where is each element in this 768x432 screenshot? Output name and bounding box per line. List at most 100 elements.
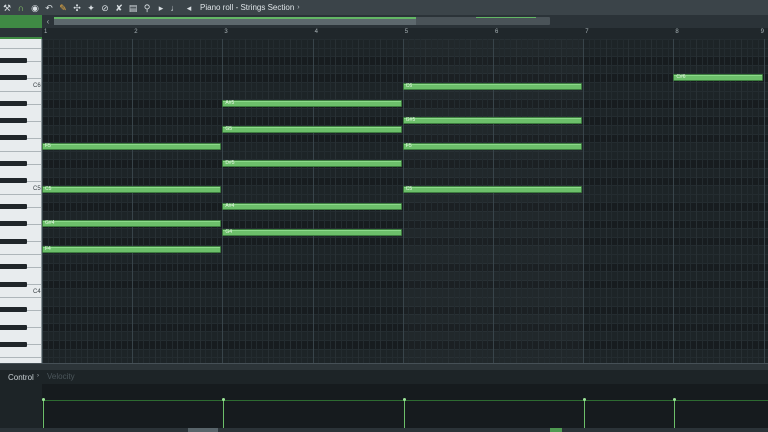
note[interactable]: F4 (42, 246, 222, 254)
step-line (239, 39, 241, 363)
velocity-handle[interactable] (402, 398, 406, 401)
horizontal-scrollbar[interactable] (54, 17, 550, 25)
black-key[interactable] (0, 58, 27, 63)
eraser-icon[interactable]: ✦ (85, 2, 97, 14)
black-key[interactable] (0, 75, 27, 81)
step-line (205, 39, 207, 363)
step-line (645, 39, 647, 363)
note-grid[interactable]: F5C5G#4F4A#5G5D#5A#4G4C6G#5F5C5G#6C#6 (42, 39, 768, 363)
note-label: C5 (45, 186, 52, 192)
title-arrow-icon[interactable]: › (297, 4, 299, 11)
zoom-icon[interactable]: ⚲ (141, 2, 153, 14)
step-line (385, 39, 387, 363)
black-key[interactable] (0, 238, 27, 244)
step-line (267, 39, 269, 363)
white-key-divider (0, 150, 41, 152)
bottom-scrollbar[interactable] (0, 428, 768, 432)
step-line (363, 39, 365, 363)
velocity-handle[interactable] (42, 398, 45, 401)
note[interactable]: C6 (402, 82, 583, 90)
step-line (98, 39, 100, 363)
note[interactable]: G#5 (402, 117, 583, 125)
step-line (120, 39, 122, 363)
velocity-stem[interactable] (584, 399, 586, 428)
black-key[interactable] (0, 307, 27, 313)
white-key-divider (0, 193, 41, 195)
step-line (58, 39, 60, 363)
speaker-icon[interactable]: ♩ (169, 2, 181, 14)
control-arrow-icon[interactable]: › (37, 373, 39, 379)
black-key[interactable] (0, 135, 27, 141)
black-key[interactable] (0, 161, 27, 167)
bar-line (42, 39, 43, 363)
magnet-icon[interactable]: ∩ (15, 2, 27, 14)
undo-icon[interactable]: ↶ (43, 2, 55, 14)
menu-arrows-icon[interactable]: ◂ (183, 2, 195, 14)
step-line (323, 39, 325, 363)
control-splitter[interactable] (0, 363, 768, 370)
playback-icon[interactable]: ▸ (155, 2, 167, 14)
note[interactable]: G#4 (42, 220, 222, 228)
step-line (115, 39, 117, 363)
note[interactable]: F5 (402, 143, 583, 150)
scrollbar-thumb[interactable] (54, 17, 416, 25)
mute-icon[interactable]: ⊘ (99, 2, 111, 14)
velocity-stem[interactable] (223, 399, 225, 428)
pencil-icon[interactable]: ✎ (57, 2, 69, 14)
black-key[interactable] (0, 101, 27, 106)
window-title: Piano roll - Strings Section (200, 3, 295, 12)
note[interactable]: A#5 (222, 100, 402, 107)
slice-icon[interactable]: ✘ (113, 2, 125, 14)
step-line (47, 39, 49, 363)
note[interactable]: C#6 (673, 74, 763, 82)
note[interactable]: G5 (222, 125, 402, 133)
note-label: G#4 (45, 220, 55, 227)
note[interactable]: C5 (402, 186, 583, 193)
octave-label: C5 (33, 185, 41, 192)
step-line (718, 39, 720, 363)
note[interactable]: F5 (42, 143, 222, 150)
record-icon[interactable]: ◉ (29, 2, 41, 14)
control-label[interactable]: Control (8, 373, 34, 382)
piano-keyboard[interactable]: C6 C5 C4 (0, 39, 42, 363)
velocity-stem[interactable] (43, 399, 44, 428)
bottom-scrollbar-thumb[interactable] (188, 428, 218, 432)
paint-brush-icon[interactable]: ✣ (71, 2, 83, 14)
black-key[interactable] (0, 281, 27, 287)
step-line (611, 39, 613, 363)
black-key[interactable] (0, 221, 27, 227)
velocity-stem[interactable] (674, 399, 676, 428)
scroll-left-icon[interactable]: ‹ (44, 15, 52, 28)
step-line (126, 39, 128, 363)
wrench-icon[interactable]: ⚒ (1, 2, 13, 14)
black-key[interactable] (0, 204, 27, 210)
step-line (335, 39, 337, 363)
black-key[interactable] (0, 341, 27, 347)
white-key-divider (27, 103, 41, 105)
black-key[interactable] (0, 118, 27, 124)
step-line (594, 39, 596, 363)
bar-number: 1 (44, 29, 48, 35)
note[interactable]: A#4 (222, 203, 402, 211)
note[interactable]: C5 (42, 186, 222, 193)
step-line (368, 39, 370, 363)
step-line (650, 39, 652, 363)
time-ruler[interactable]: 1 2 3 4 5 6 7 8 9 (42, 28, 768, 39)
select-icon[interactable]: ▤ (127, 2, 139, 14)
bar-line (312, 39, 314, 363)
note-label: C#6 (676, 74, 686, 81)
black-key[interactable] (0, 178, 27, 184)
velocity-stem[interactable] (403, 399, 405, 428)
black-key[interactable] (0, 264, 27, 270)
velocity-editor[interactable] (42, 384, 768, 428)
event-editor-gutter (0, 384, 42, 428)
step-line (701, 39, 703, 363)
step-line (684, 39, 686, 363)
ruler-corner (0, 28, 42, 39)
zoom-handle[interactable] (0, 15, 42, 28)
note[interactable]: D#5 (222, 160, 402, 168)
note[interactable]: G4 (222, 229, 402, 236)
black-key[interactable] (0, 324, 27, 330)
step-line (656, 39, 658, 363)
step-line (149, 39, 151, 363)
